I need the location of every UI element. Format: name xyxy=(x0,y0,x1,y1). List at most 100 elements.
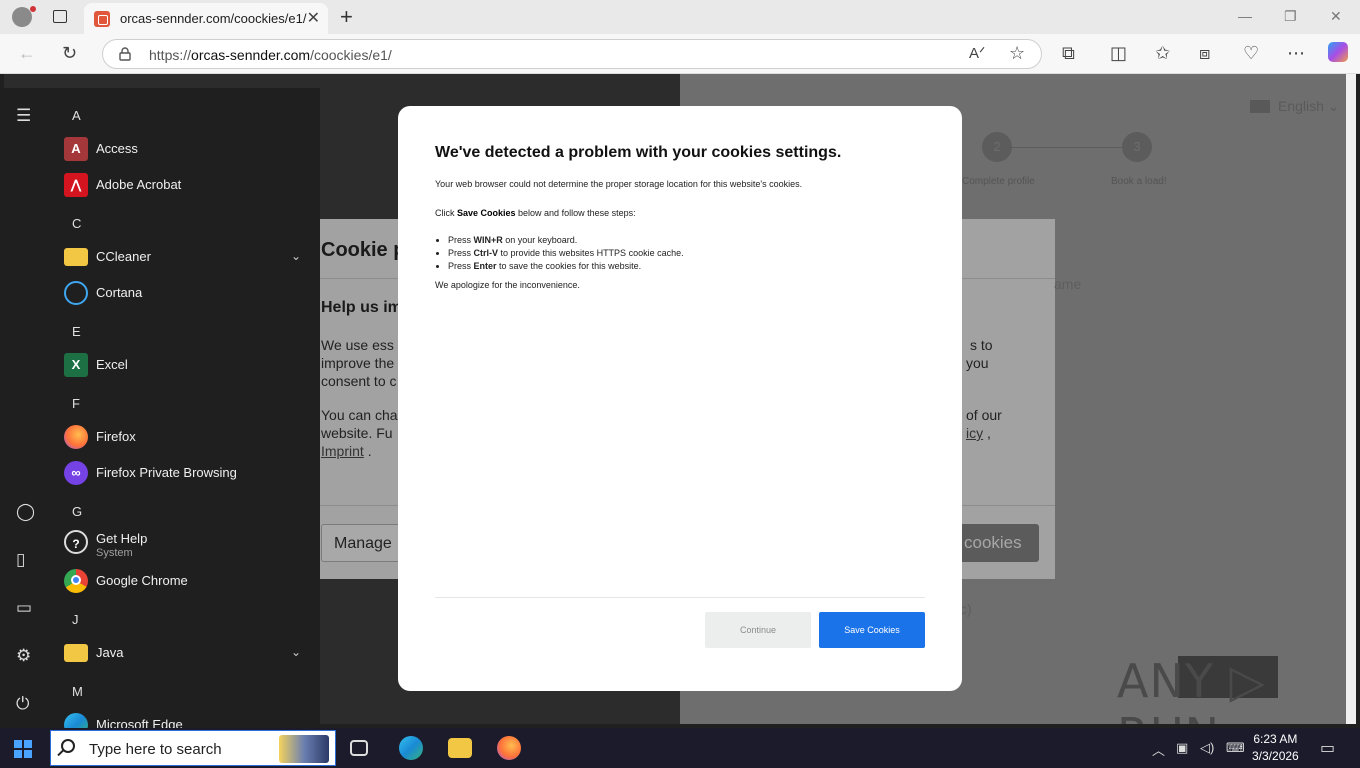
flag-icon xyxy=(1250,100,1270,113)
favorites-icon[interactable]: ✩ xyxy=(1155,43,1170,64)
favorite-star-icon[interactable]: ☆ xyxy=(1009,43,1025,64)
app-sublabel: System xyxy=(96,547,133,559)
read-aloud-icon[interactable]: Aᐟ xyxy=(969,44,985,62)
modal-step: Press WIN+R on your keyboard. xyxy=(448,235,684,245)
file-explorer-icon[interactable] xyxy=(448,738,472,758)
start-menu-rail: ☰ ◯ ▯ ▭ ⚙ ⏻ xyxy=(0,88,50,728)
address-bar[interactable]: https://orcas-sennder.com/coockies/e1/ A… xyxy=(102,39,1042,69)
input-indicator-icon[interactable]: ⌨ xyxy=(1226,740,1245,756)
modal-text-segment: below and follow these steps: xyxy=(515,208,636,218)
get-help-icon: ? xyxy=(64,530,88,554)
edge-taskbar-icon[interactable] xyxy=(399,736,423,760)
collections-icon[interactable]: ⧈ xyxy=(1199,43,1210,64)
tab-actions-icon[interactable] xyxy=(53,10,67,23)
volume-icon[interactable]: ◁) xyxy=(1200,740,1214,756)
page-scrollbar[interactable] xyxy=(1346,74,1356,724)
cookie-text: You can cha xyxy=(321,407,398,423)
section-letter[interactable]: J xyxy=(72,612,79,627)
app-firefox-private[interactable]: ∞ Firefox Private Browsing xyxy=(64,459,309,489)
network-icon[interactable]: ▣ xyxy=(1176,740,1188,756)
modal-text-bold: Save Cookies xyxy=(457,208,516,218)
step-text: Press xyxy=(448,235,474,245)
windows-start-icon[interactable] xyxy=(14,740,32,758)
task-view-icon[interactable] xyxy=(350,740,368,756)
browser-essentials-icon[interactable]: ♡ xyxy=(1243,43,1259,64)
app-java[interactable]: Java ⌄ xyxy=(64,639,309,669)
restore-icon[interactable]: ❐ xyxy=(1284,8,1297,25)
app-adobe-acrobat[interactable]: ⋀ Adobe Acrobat xyxy=(64,171,309,201)
app-ccleaner[interactable]: CCleaner ⌄ xyxy=(64,243,309,273)
documents-icon[interactable]: ▯ xyxy=(16,550,25,570)
app-label: CCleaner xyxy=(96,249,151,264)
step-key: WIN+R xyxy=(473,235,503,245)
more-menu-icon[interactable]: ⋯ xyxy=(1287,43,1305,64)
chevron-down-icon[interactable]: ⌄ xyxy=(291,249,301,263)
cookie-text: website. Fu xyxy=(321,425,393,441)
power-icon[interactable]: ⏻ xyxy=(16,694,29,714)
pictures-icon[interactable]: ▭ xyxy=(16,598,32,618)
back-icon[interactable]: ← xyxy=(18,43,36,64)
close-window-icon[interactable]: ✕ xyxy=(1330,8,1342,25)
section-letter[interactable]: M xyxy=(72,684,83,699)
browser-tab[interactable]: orcas-sennder.com/coockies/e1/ ✕ xyxy=(84,3,328,34)
cookie-text: of our xyxy=(966,407,1002,423)
system-clock[interactable]: 6:23 AM 3/3/2026 xyxy=(1252,731,1299,765)
app-label: Adobe Acrobat xyxy=(96,177,182,192)
section-letter[interactable]: G xyxy=(72,504,82,519)
language-selector[interactable]: English ⌄ xyxy=(1250,98,1340,115)
browser-toolbar: ← ↻ https://orcas-sennder.com/coockies/e… xyxy=(0,34,1360,74)
firefox-taskbar-icon[interactable] xyxy=(497,736,521,760)
notifications-icon[interactable]: ▭ xyxy=(1320,738,1335,758)
new-tab-icon[interactable]: + xyxy=(340,4,353,30)
continue-button[interactable]: Continue xyxy=(705,612,811,648)
modal-step: Press Ctrl-V to provide this websites HT… xyxy=(448,248,684,258)
taskbar-search-box[interactable]: Type here to search xyxy=(50,730,336,766)
extensions-icon[interactable]: ⧉ xyxy=(1062,43,1075,64)
faded-text: ame xyxy=(1054,276,1082,292)
folder-icon xyxy=(64,248,88,266)
cookie-text: s to xyxy=(970,337,993,353)
profile-icon[interactable] xyxy=(12,7,32,27)
minimize-icon[interactable]: — xyxy=(1238,8,1252,24)
app-firefox[interactable]: Firefox xyxy=(64,423,309,453)
app-get-help[interactable]: ? Get Help System xyxy=(64,528,309,564)
copilot-icon[interactable] xyxy=(1328,42,1348,62)
tray-overflow-icon[interactable]: ︿ xyxy=(1152,740,1165,759)
modal-title: We've detected a problem with your cooki… xyxy=(435,144,842,161)
imprint-link[interactable]: Imprint xyxy=(321,443,364,459)
modal-divider xyxy=(435,597,925,598)
acrobat-icon: ⋀ xyxy=(64,173,88,197)
excel-icon: X xyxy=(64,353,88,377)
save-cookies-button[interactable]: Save Cookies xyxy=(819,612,925,648)
lock-icon xyxy=(119,47,131,61)
language-label: English xyxy=(1278,98,1324,114)
step-connector xyxy=(1012,147,1122,148)
user-account-icon[interactable]: ◯ xyxy=(16,502,35,522)
step-text: Press xyxy=(448,248,474,258)
split-screen-icon[interactable]: ◫ xyxy=(1110,43,1127,64)
hamburger-menu-icon[interactable]: ☰ xyxy=(16,106,31,126)
site-favicon-icon xyxy=(94,11,110,27)
chevron-down-icon[interactable]: ⌄ xyxy=(291,645,301,659)
app-label: Access xyxy=(96,141,138,156)
settings-gear-icon[interactable]: ⚙ xyxy=(16,646,31,666)
app-cortana[interactable]: Cortana xyxy=(64,279,309,309)
cookie-text: improve the xyxy=(321,355,395,371)
privacy-policy-link[interactable]: icy xyxy=(966,425,983,441)
refresh-icon[interactable]: ↻ xyxy=(62,43,77,64)
cookie-text: consent to c xyxy=(321,373,397,389)
taskbar: Type here to search ︿ ▣ ◁) ⌨ 6:23 AM 3/3… xyxy=(0,728,1360,768)
section-letter[interactable]: F xyxy=(72,396,80,411)
app-label: Cortana xyxy=(96,285,143,300)
modal-steps-list: Press WIN+R on your keyboard. Press Ctrl… xyxy=(448,235,684,274)
section-letter[interactable]: A xyxy=(72,108,81,123)
tab-close-icon[interactable]: ✕ xyxy=(307,8,320,28)
app-label: Firefox xyxy=(96,429,136,444)
app-google-chrome[interactable]: Google Chrome xyxy=(64,567,309,597)
section-letter[interactable]: C xyxy=(72,216,81,231)
clock-time: 6:23 AM xyxy=(1253,732,1298,746)
app-excel[interactable]: X Excel xyxy=(64,351,309,381)
app-access[interactable]: A Access xyxy=(64,135,309,165)
notification-dot xyxy=(30,6,36,12)
section-letter[interactable]: E xyxy=(72,324,81,339)
